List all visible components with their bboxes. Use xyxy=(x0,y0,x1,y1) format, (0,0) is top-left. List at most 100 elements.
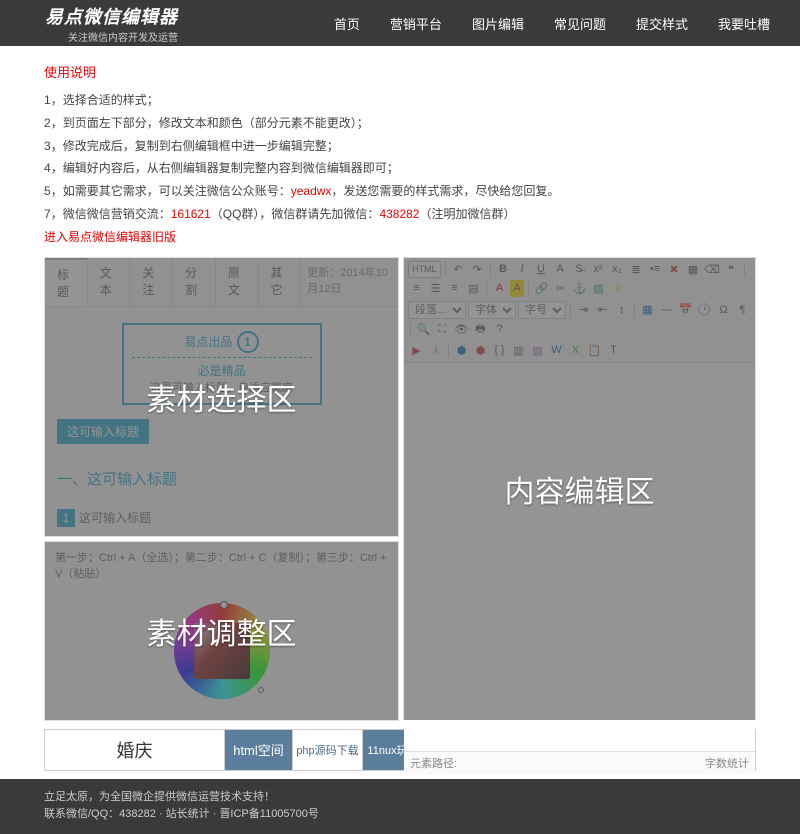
instructions-list: 1，选择合适的样式； 2，到页面左下部分，修改文本和颜色（部分元素不能更改）； … xyxy=(44,89,756,249)
ad-item[interactable]: 婚庆 xyxy=(45,730,225,770)
bold-icon[interactable]: B xyxy=(495,261,512,278)
sv-handle-icon[interactable] xyxy=(258,687,264,693)
font-family-icon[interactable]: A xyxy=(552,261,569,278)
tab-title[interactable]: 标题 xyxy=(45,258,88,306)
image-icon[interactable]: ▧ xyxy=(590,280,607,297)
word-count[interactable]: 字数统计 xyxy=(705,755,749,771)
nav-home[interactable]: 首页 xyxy=(334,14,360,33)
time-icon[interactable]: 🕑 xyxy=(696,301,713,318)
template-select-panel: 标题 文本 关注 分割 原文 其它 更新：2014年10月12日 易点出品 1 … xyxy=(44,257,399,537)
paste-plain-icon[interactable]: T xyxy=(605,342,622,359)
icp-link[interactable]: 晋ICP备11005700号 xyxy=(219,808,318,820)
template-heading[interactable]: 一、这可输入标题 xyxy=(57,468,386,489)
remove-format-icon[interactable]: ⌫ xyxy=(704,261,721,278)
background-icon[interactable]: ▨ xyxy=(529,342,546,359)
adjust-panel: 第一步：Ctrl + A（全选）；第二步：Ctrl + C（复制）；第三步：Ct… xyxy=(44,541,399,721)
nav-faq[interactable]: 常见问题 xyxy=(554,14,606,33)
element-path: 元素路径: xyxy=(410,755,457,771)
size-select[interactable]: 字号 xyxy=(518,301,566,319)
align-justify-icon[interactable]: ▤ xyxy=(465,280,482,297)
paragraph-select[interactable]: 段落... xyxy=(408,301,466,319)
template-card[interactable]: 易点出品 1 必是精品 这里可输入标题，自适应宽度 xyxy=(122,323,322,405)
font-select[interactable]: 字体 xyxy=(468,301,516,319)
nav-feedback[interactable]: 我要吐槽 xyxy=(718,14,770,33)
table-icon[interactable]: ▦ xyxy=(639,301,656,318)
instruction-line: 3，修改完成后，复制到右侧编辑框中进一步编辑完整； xyxy=(44,135,756,158)
instruction-line: 1，选择合适的样式； xyxy=(44,89,756,112)
hr-icon[interactable]: ― xyxy=(658,301,675,318)
redo-icon[interactable]: ↷ xyxy=(469,261,486,278)
align-right-icon[interactable]: ≡ xyxy=(446,280,463,297)
blockquote-icon[interactable]: ❝ xyxy=(723,261,740,278)
tab-follow[interactable]: 关注 xyxy=(130,258,173,306)
stats-link[interactable]: 站长统计 xyxy=(166,808,210,820)
clear-format-icon[interactable]: ✖ xyxy=(666,261,683,278)
tab-other[interactable]: 其它 xyxy=(259,258,302,306)
backcolor-icon[interactable]: A xyxy=(510,280,524,297)
preview-icon[interactable]: 👁 xyxy=(453,321,470,338)
template-tabs: 标题 文本 关注 分割 原文 其它 更新：2014年10月12日 xyxy=(45,258,398,307)
print-icon[interactable]: 🖶 xyxy=(472,321,489,338)
paste-icon[interactable]: 📋 xyxy=(586,342,603,359)
template-icon[interactable]: ▥ xyxy=(510,342,527,359)
nav-image-edit[interactable]: 图片编辑 xyxy=(472,14,524,33)
color-square[interactable] xyxy=(194,623,250,679)
map-icon[interactable]: ⬢ xyxy=(453,342,470,359)
date-icon[interactable]: 📅 xyxy=(677,301,694,318)
underline-icon[interactable]: U xyxy=(533,261,550,278)
color-wheel[interactable] xyxy=(174,603,270,699)
anchor-icon[interactable]: ⚓ xyxy=(571,280,588,297)
ul-icon[interactable]: •≡ xyxy=(647,261,664,278)
select-all-icon[interactable]: ▦ xyxy=(685,261,702,278)
instruction-line: 4，编辑好内容后，从右侧编辑器复制完整内容到微信编辑器即可； xyxy=(44,157,756,180)
word-icon[interactable]: W xyxy=(548,342,565,359)
special-char-icon[interactable]: Ω xyxy=(715,301,732,318)
workspace: 标题 文本 关注 分割 原文 其它 更新：2014年10月12日 易点出品 1 … xyxy=(0,257,800,729)
help-icon[interactable]: ? xyxy=(491,321,508,338)
search-icon[interactable]: 🔍 xyxy=(415,321,432,338)
legacy-link[interactable]: 进入易点微信编辑器旧版 xyxy=(44,230,176,244)
nav-marketing[interactable]: 营销平台 xyxy=(390,14,442,33)
link-icon[interactable]: 🔗 xyxy=(533,280,550,297)
html-mode-button[interactable]: HTML xyxy=(408,261,441,278)
hue-handle-icon[interactable] xyxy=(220,601,228,609)
subscript-icon[interactable]: x₂ xyxy=(609,261,626,278)
main-nav: 首页 营销平台 图片编辑 常见问题 提交样式 我要吐槽 xyxy=(334,14,770,33)
align-left-icon[interactable]: ≡ xyxy=(408,280,425,297)
strike-icon[interactable]: S̶ xyxy=(571,261,588,278)
emotion-icon[interactable]: ☺ xyxy=(609,280,626,297)
italic-icon[interactable]: I xyxy=(514,261,531,278)
pagebreak-icon[interactable]: ¶ xyxy=(734,301,751,318)
template-sample-button[interactable]: 这可输入标题 xyxy=(57,419,149,444)
lineheight-icon[interactable]: ↕ xyxy=(613,301,630,318)
editor-content[interactable] xyxy=(404,363,755,751)
nav-submit-style[interactable]: 提交样式 xyxy=(636,14,688,33)
code-icon[interactable]: { } xyxy=(491,342,508,359)
template-body[interactable]: 易点出品 1 必是精品 这里可输入标题，自适应宽度 这可输入标题 一、这可输入标… xyxy=(45,307,398,555)
gmap-icon[interactable]: ⬢ xyxy=(472,342,489,359)
align-center-icon[interactable]: ☰ xyxy=(427,280,444,297)
instructions-title: 使用说明 xyxy=(44,62,756,81)
unlink-icon[interactable]: ✂ xyxy=(552,280,569,297)
adjust-instructions: 第一步：Ctrl + A（全选）；第二步：Ctrl + C（复制）；第三步：Ct… xyxy=(45,542,398,589)
forecolor-icon[interactable]: A xyxy=(491,280,508,297)
superscript-icon[interactable]: x² xyxy=(590,261,607,278)
ad-item[interactable]: html空间 xyxy=(225,730,293,770)
number-icon: 1 xyxy=(57,509,75,527)
outdent-icon[interactable]: ⇤ xyxy=(594,301,611,318)
music-icon[interactable]: ♪ xyxy=(427,342,444,359)
tab-divider[interactable]: 分割 xyxy=(173,258,216,306)
number-badge-icon: 1 xyxy=(237,331,259,353)
footer-line1: 立足太原，为全国微企提供微信运营技术支持！ xyxy=(44,789,756,807)
fullscreen-icon[interactable]: ⛶ xyxy=(434,321,451,338)
ad-item[interactable]: php源码下载 xyxy=(293,730,363,770)
tab-text[interactable]: 文本 xyxy=(88,258,131,306)
undo-icon[interactable]: ↶ xyxy=(450,261,467,278)
indent-icon[interactable]: ⇥ xyxy=(575,301,592,318)
ol-icon[interactable]: ≣ xyxy=(628,261,645,278)
video-icon[interactable]: ▶ xyxy=(408,342,425,359)
instructions-section: 使用说明 1，选择合适的样式； 2，到页面左下部分，修改文本和颜色（部分元素不能… xyxy=(0,46,800,257)
logo-tagline: 关注微信内容开发及运营 xyxy=(45,29,178,44)
excel-icon[interactable]: X xyxy=(567,342,584,359)
tab-original[interactable]: 原文 xyxy=(216,258,259,306)
